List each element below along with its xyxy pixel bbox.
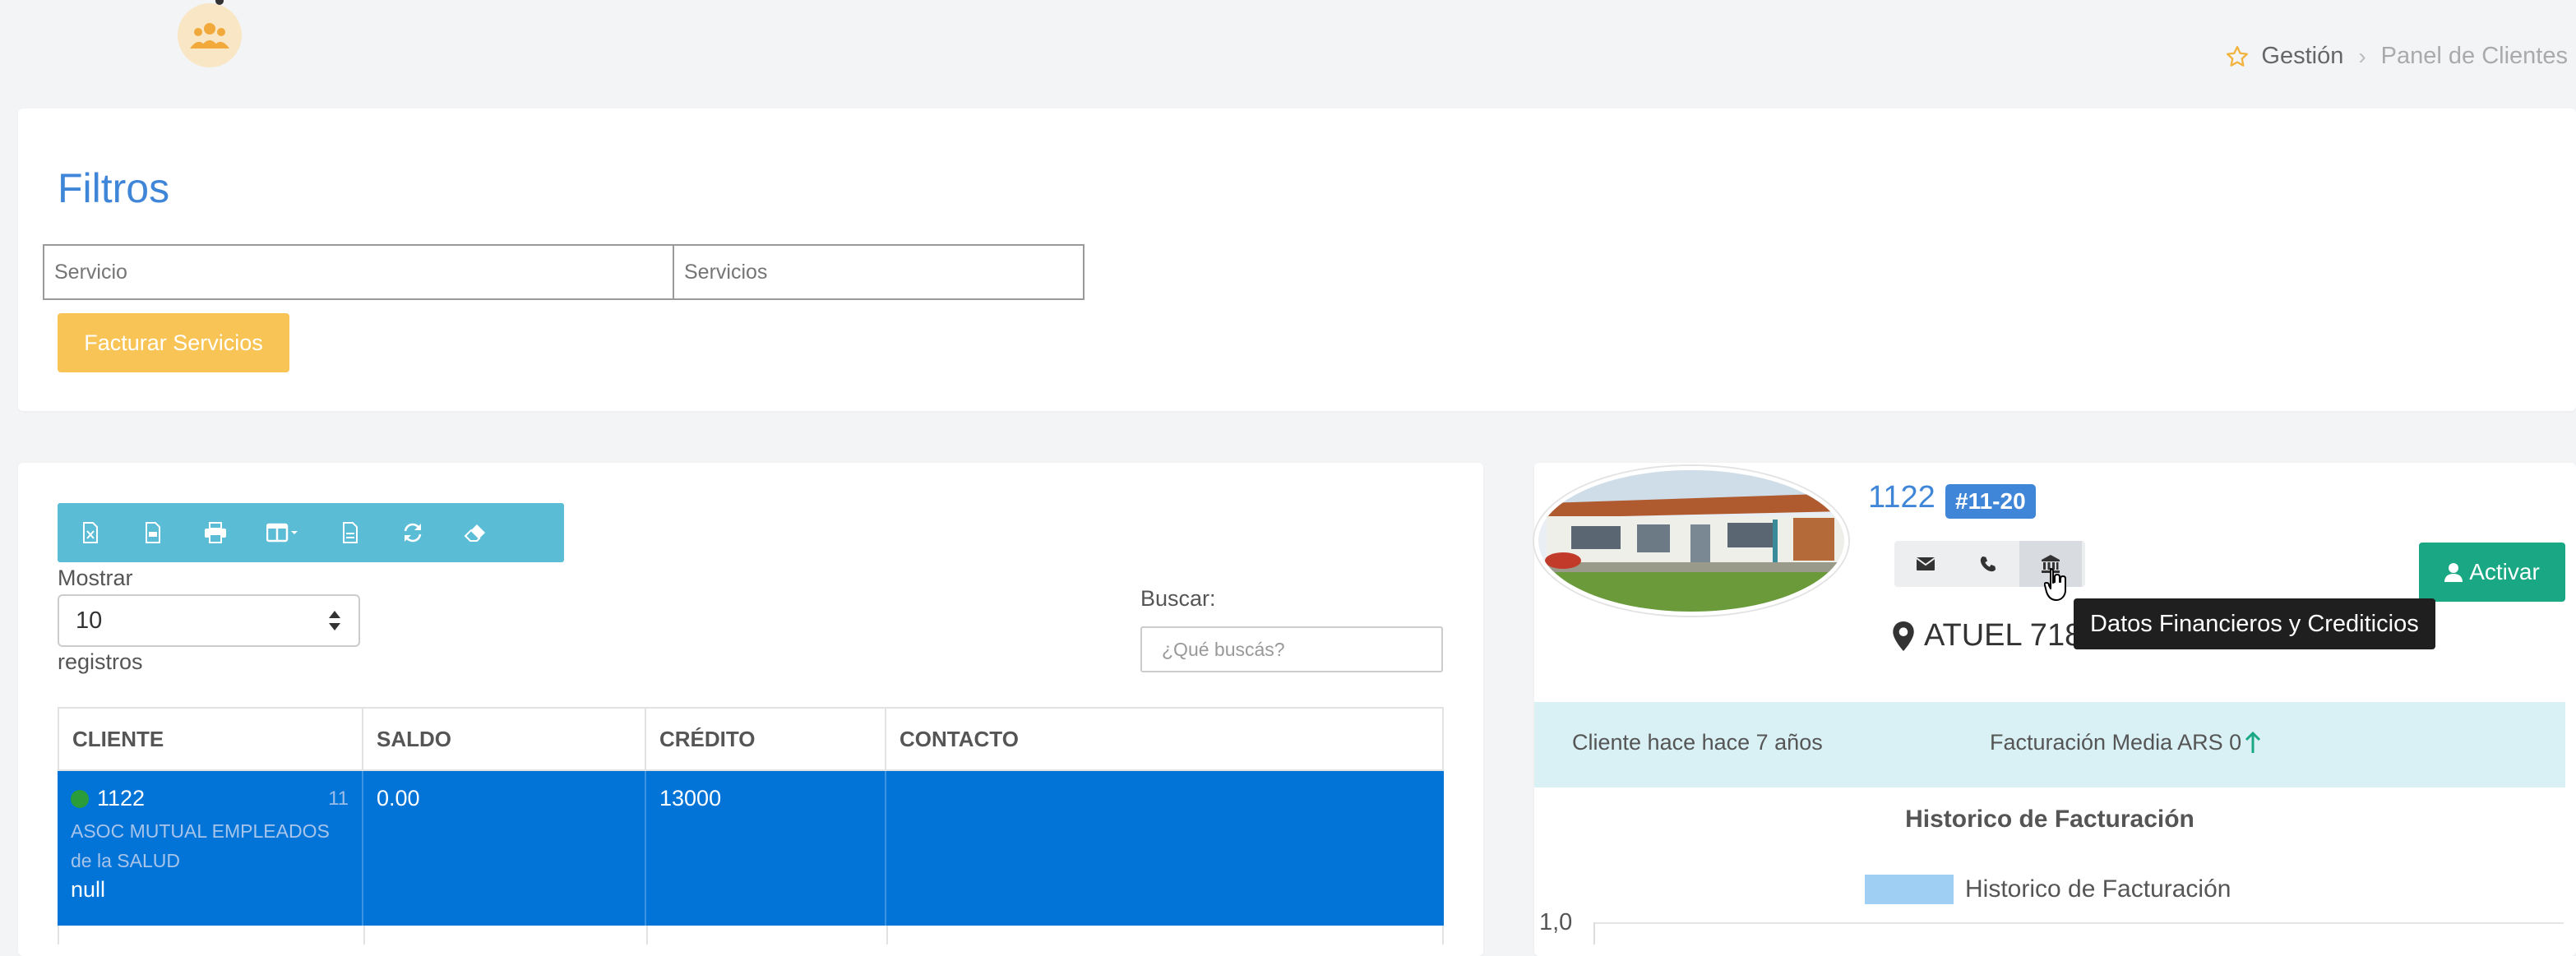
legend-label: Historico de Facturación	[1965, 875, 2231, 903]
envelope-icon	[1917, 557, 1935, 570]
client-detail-id: 1122	[1868, 480, 1935, 515]
cell-cliente: 1122 11 ASOC MUTUAL EMPLEADOS de la SALU…	[58, 771, 363, 926]
status-dot	[71, 789, 89, 808]
column-header-contacto[interactable]: CONTACTO	[886, 709, 1442, 769]
activar-label: Activar	[2469, 559, 2540, 584]
csv-icon	[343, 522, 358, 543]
columns-icon	[266, 523, 298, 543]
client-count: 11	[328, 787, 349, 810]
page-size-select[interactable]: 10	[58, 594, 360, 647]
pdf-icon	[146, 522, 160, 543]
logo-pointer	[215, 0, 224, 5]
email-button[interactable]	[1894, 541, 1957, 587]
sort-arrows-icon	[329, 611, 340, 630]
column-header-credito[interactable]: CRÉDITO	[646, 709, 886, 769]
facturacion-media: Facturación Media ARS 0	[1990, 730, 2261, 755]
servicios-input[interactable]	[673, 244, 1085, 300]
column-header-cliente[interactable]: CLIENTE	[59, 709, 363, 769]
y-tick-label: 1,0	[1539, 909, 1573, 935]
facturar-servicios-button[interactable]: Facturar Servicios	[58, 313, 289, 372]
chart-y-axis	[1593, 922, 1595, 944]
print-button[interactable]	[186, 503, 245, 562]
mouse-cursor	[2044, 567, 2069, 602]
row-divider	[886, 926, 888, 944]
print-icon	[205, 522, 226, 543]
table-row-next[interactable]	[58, 926, 1444, 944]
arrow-up-icon	[2245, 731, 2261, 753]
client-extra: null	[71, 877, 106, 902]
filters-title: Filtros	[58, 165, 170, 211]
cell-saldo: 0.00	[363, 771, 646, 926]
client-address: ATUEL 718	[1893, 618, 2082, 653]
client-since: Cliente hace hace 7 años	[1572, 730, 1823, 755]
client-name: ASOC MUTUAL EMPLEADOS de la SALUD	[71, 820, 330, 871]
excel-export-button[interactable]	[61, 503, 120, 562]
client-photo	[1534, 466, 1848, 616]
breadcrumb-home-label: Gestión	[2261, 43, 2344, 69]
row-divider	[646, 926, 648, 944]
users-icon	[190, 23, 229, 48]
registros-label: registros	[58, 649, 143, 674]
cell-credito: 13000	[646, 771, 886, 926]
page-size-value: 10	[76, 607, 103, 634]
search-input[interactable]: ¿Qué buscás?	[1140, 626, 1443, 672]
chart-legend[interactable]: Historico de Facturación	[1865, 875, 2231, 904]
row-divider	[363, 926, 365, 944]
facturacion-media-text: Facturación Media ARS 0	[1990, 730, 2242, 755]
tooltip: Datos Financieros y Crediticios	[2074, 598, 2435, 649]
chart-gridline	[1593, 922, 2564, 924]
excel-icon	[83, 522, 98, 543]
refresh-button[interactable]	[383, 503, 442, 562]
chart-title: Historico de Facturación	[1905, 806, 2194, 833]
eraser-icon	[464, 524, 485, 542]
column-header-saldo[interactable]: SALDO	[363, 709, 646, 769]
cell-contacto	[886, 771, 1444, 926]
building-photo	[1538, 470, 1844, 612]
star-icon	[2227, 45, 2249, 67]
map-marker-icon	[1893, 621, 1914, 651]
phone-button[interactable]	[1957, 541, 2019, 587]
breadcrumb: Gestión › Panel de Clientes	[2225, 43, 2568, 70]
user-icon	[2444, 563, 2463, 582]
table-header: CLIENTE SALDO CRÉDITO CONTACTO	[58, 707, 1444, 771]
hand-cursor-icon	[2044, 568, 2066, 601]
clear-filters-button[interactable]	[446, 503, 505, 562]
pdf-export-button[interactable]	[123, 503, 183, 562]
breadcrumb-separator: ›	[2358, 43, 2366, 69]
phone-icon	[1980, 556, 1996, 572]
activar-button[interactable]: Activar	[2419, 543, 2565, 602]
logo	[178, 3, 242, 67]
columns-button[interactable]	[248, 503, 317, 562]
mostrar-label: Mostrar	[58, 566, 133, 590]
export-toolbar	[58, 503, 564, 562]
client-address-text: ATUEL 718	[1924, 618, 2083, 653]
servicio-input[interactable]	[43, 244, 674, 300]
breadcrumb-home[interactable]: Gestión	[2225, 43, 2343, 70]
client-badge: #11-20	[1945, 484, 2036, 519]
breadcrumb-current: Panel de Clientes	[2380, 43, 2568, 69]
legend-swatch	[1865, 875, 1954, 904]
refresh-icon	[404, 523, 422, 543]
table-row[interactable]: 1122 11 ASOC MUTUAL EMPLEADOS de la SALU…	[58, 771, 1444, 926]
buscar-label: Buscar:	[1140, 586, 1216, 611]
csv-export-button[interactable]	[321, 503, 380, 562]
client-id: 1122	[97, 786, 146, 811]
